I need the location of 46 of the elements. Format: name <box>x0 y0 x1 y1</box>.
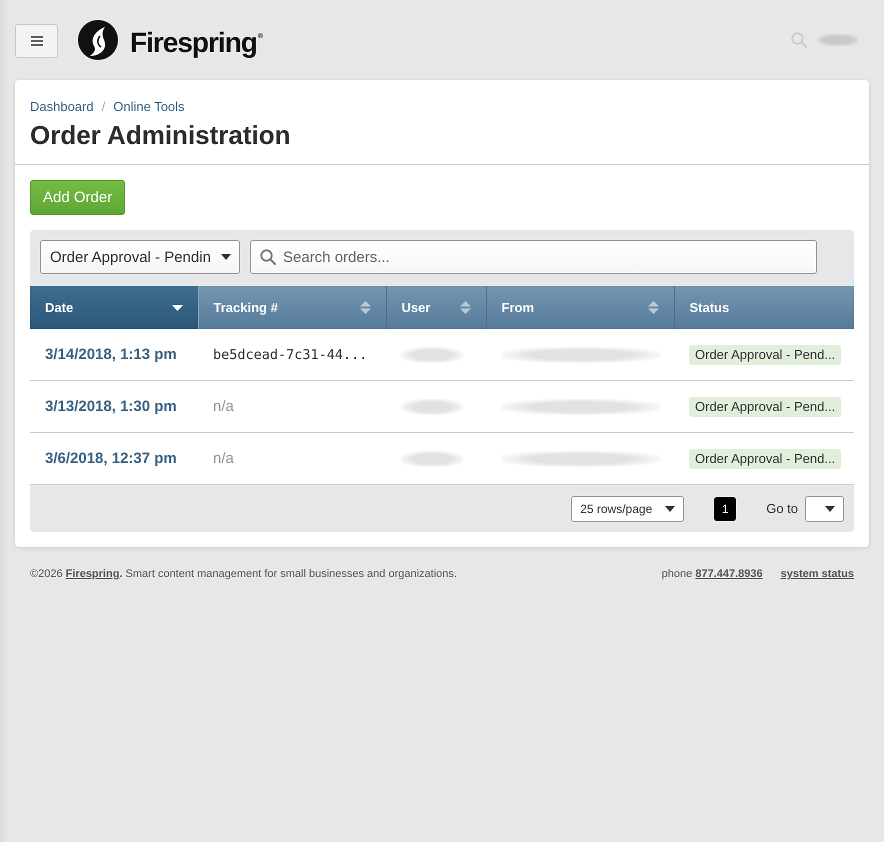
page-title: Order Administration <box>30 119 292 151</box>
redacted-text <box>401 398 463 414</box>
breadcrumb-link[interactable]: Online Tools <box>113 99 185 115</box>
order-date-link[interactable]: 3/6/2018, 12:37 pm <box>45 450 177 467</box>
sort-icon <box>360 301 370 314</box>
page-button[interactable]: 1 <box>714 496 736 520</box>
column-header[interactable]: User <box>386 286 486 329</box>
column-header[interactable]: From <box>486 286 674 329</box>
sort-icon <box>460 301 470 314</box>
status-badge: Order Approval - Pend... <box>689 448 842 468</box>
order-date-link[interactable]: 3/14/2018, 1:13 pm <box>45 346 177 363</box>
sort-down-icon <box>172 304 182 310</box>
tracking-cell: n/a <box>198 380 386 432</box>
column-header[interactable]: Tracking # <box>198 286 386 329</box>
caret-icon <box>825 506 835 512</box>
caret-icon <box>221 254 231 260</box>
sort-icon <box>648 301 658 314</box>
go-to-label: Go to <box>766 501 798 516</box>
system-status-link[interactable]: system status <box>780 567 854 581</box>
redacted-text <box>817 34 859 46</box>
search-field[interactable]: Search orders... <box>250 240 817 274</box>
brand-name[interactable]: Firespring$^{®}$ <box>130 20 264 60</box>
redacted-text <box>401 450 463 466</box>
column-header[interactable]: Date <box>30 286 198 329</box>
menu-icon <box>30 36 42 46</box>
menu-button[interactable] <box>15 24 58 58</box>
footer-phone: phone 877.447.8936 <box>662 567 763 581</box>
status-badge: Order Approval - Pend... <box>689 344 842 364</box>
breadcrumb-separator: / <box>102 99 106 115</box>
tracking-cell: be5dcead-7c31-44... <box>198 329 386 380</box>
company-link[interactable]: Firespring <box>66 568 120 580</box>
logo-icon <box>78 20 118 60</box>
order-date-link[interactable]: 3/13/2018, 1:30 pm <box>45 398 177 415</box>
filter-dropdown[interactable]: Order Approval - Pendin <box>40 240 240 274</box>
status-badge: Order Approval - Pend... <box>689 396 842 416</box>
footer-copyright: ©2026 Firespring. Smart content management for small businesses and organizations. <box>30 567 457 581</box>
phone-link[interactable]: 877.447.8936 <box>695 568 763 580</box>
caret-icon <box>665 506 676 512</box>
search-icon <box>260 249 276 265</box>
column-header: Status <box>674 286 854 329</box>
redacted-text <box>401 346 463 362</box>
search-icon <box>791 32 807 48</box>
tracking-cell: n/a <box>198 432 386 484</box>
breadcrumb-link[interactable]: Dashboard <box>30 99 94 115</box>
rows-per-page-dropdown[interactable]: 25 rows/page <box>571 496 684 522</box>
go-to-dropdown[interactable] <box>805 496 844 522</box>
